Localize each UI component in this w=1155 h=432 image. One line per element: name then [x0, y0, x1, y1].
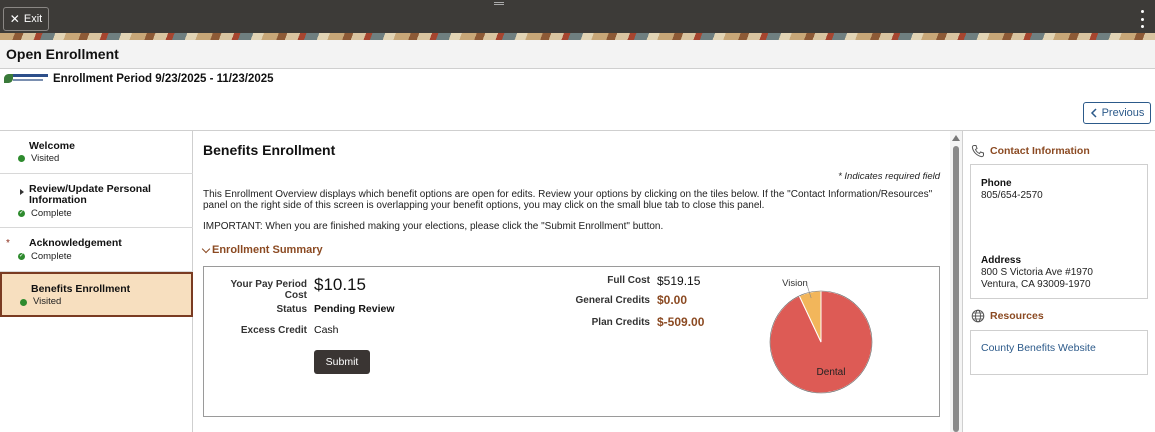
pie-label-dental: Dental — [817, 367, 846, 378]
section-title: Benefits Enrollment — [203, 142, 336, 158]
general-credits-value: $0.00 — [657, 293, 688, 307]
enrollment-summary-heading: Enrollment Summary — [212, 244, 323, 256]
contact-information-label: Contact Information — [990, 145, 1090, 157]
contact-information-heading: Contact Information — [971, 144, 1090, 158]
main-scrollbar[interactable] — [950, 131, 962, 432]
resources-label: Resources — [990, 310, 1044, 322]
scrollbar-thumb[interactable] — [953, 146, 959, 432]
excess-credit-label: Excess Credit — [240, 325, 307, 336]
full-cost-label: Full Cost — [607, 275, 650, 286]
resources-box: County Benefits Website — [970, 330, 1148, 375]
nav-item-benefits-enrollment[interactable]: Benefits Enrollment Visited — [0, 272, 193, 317]
pay-period-cost-value: $10.15 — [314, 275, 366, 294]
previous-button[interactable]: Previous — [1083, 102, 1151, 124]
main-content: Benefits Enrollment * Indicates required… — [194, 131, 950, 432]
important-text: IMPORTANT: When you are finished making … — [203, 221, 664, 232]
decorative-banner-stripe — [0, 33, 1155, 40]
chevron-left-icon — [1090, 108, 1097, 118]
county-logo — [4, 74, 48, 84]
app-banner: ✕ Exit — [0, 0, 1155, 40]
nav-item-label: Review/Update Personal Information — [29, 183, 151, 206]
nav-item-status: Visited — [33, 296, 62, 307]
enrollment-summary-box: Your Pay Period Cost $10.15 Status Pendi… — [203, 266, 940, 417]
county-benefits-website-link[interactable]: County Benefits Website — [981, 342, 1096, 354]
page-title: Open Enrollment — [6, 46, 119, 62]
nav-item-status: Visited — [31, 153, 60, 164]
contact-resources-panel: Contact Information Phone 805/654-2570 A… — [962, 131, 1155, 432]
address-line2: Ventura, CA 93009-1970 — [981, 279, 1091, 290]
left-navigation: Welcome Visited Review/Update Personal I… — [0, 131, 193, 432]
general-credits-label: General Credits — [575, 295, 650, 306]
nav-item-welcome[interactable]: Welcome Visited — [0, 131, 193, 174]
pay-period-cost-label: Your Pay Period Cost — [230, 279, 307, 301]
enrollment-summary-toggle[interactable]: Enrollment Summary — [201, 244, 323, 256]
address-line1: 800 S Victoria Ave #1970 — [981, 267, 1093, 278]
exit-label: Exit — [23, 13, 43, 25]
excess-credit-value: Cash — [314, 324, 339, 336]
more-options-icon[interactable] — [1139, 10, 1145, 28]
drag-handle-icon — [494, 2, 504, 5]
exit-button[interactable]: ✕ Exit — [3, 7, 49, 31]
full-cost-value: $519.15 — [657, 274, 701, 288]
status-label: Status — [276, 304, 307, 315]
visited-status-icon — [20, 299, 27, 306]
phone-label: Phone — [981, 178, 1012, 189]
enrollment-period-row: Enrollment Period 9/23/2025 - 11/23/2025 — [4, 73, 274, 85]
submit-button[interactable]: Submit — [314, 350, 370, 374]
close-icon: ✕ — [9, 12, 20, 26]
required-field-note: * Indicates required field — [838, 171, 940, 182]
status-value: Pending Review — [314, 303, 395, 315]
nav-item-status: Complete — [31, 251, 72, 262]
phone-value: 805/654-2570 — [981, 190, 1043, 201]
contact-information-box: Phone 805/654-2570 Address 800 S Victori… — [970, 164, 1148, 299]
phone-icon — [971, 145, 984, 158]
scroll-up-icon[interactable] — [952, 135, 960, 141]
nav-item-personal-information[interactable]: Review/Update Personal Information ✓ Com… — [0, 174, 193, 228]
complete-check-icon: ✓ — [18, 253, 25, 260]
plan-credits-label: Plan Credits — [591, 317, 650, 328]
nav-item-acknowledgement[interactable]: * Acknowledgement ✓ Complete — [0, 228, 193, 272]
nav-item-label: Welcome — [29, 140, 75, 152]
chevron-down-icon — [201, 244, 211, 253]
nav-item-status: Complete — [31, 208, 72, 219]
chevron-right-icon — [20, 189, 24, 195]
previous-label: Previous — [1101, 107, 1145, 119]
benefits-cost-pie-chart: Dental Vision — [769, 278, 873, 394]
pie-label-vision: Vision — [782, 278, 808, 289]
complete-check-icon: ✓ — [18, 210, 25, 217]
visited-status-icon — [18, 155, 25, 162]
nav-item-label: Acknowledgement — [29, 237, 122, 249]
nav-item-label: Benefits Enrollment — [31, 283, 131, 295]
resources-heading: Resources — [971, 309, 1044, 323]
globe-icon — [971, 309, 985, 323]
enrollment-period-text: Enrollment Period 9/23/2025 - 11/23/2025 — [53, 73, 274, 85]
intro-text: This Enrollment Overview displays which … — [203, 189, 933, 211]
address-label: Address — [981, 255, 1022, 266]
plan-credits-value: $-509.00 — [657, 315, 705, 329]
required-marker: * — [6, 238, 10, 249]
page-title-bar: Open Enrollment — [0, 40, 1155, 69]
